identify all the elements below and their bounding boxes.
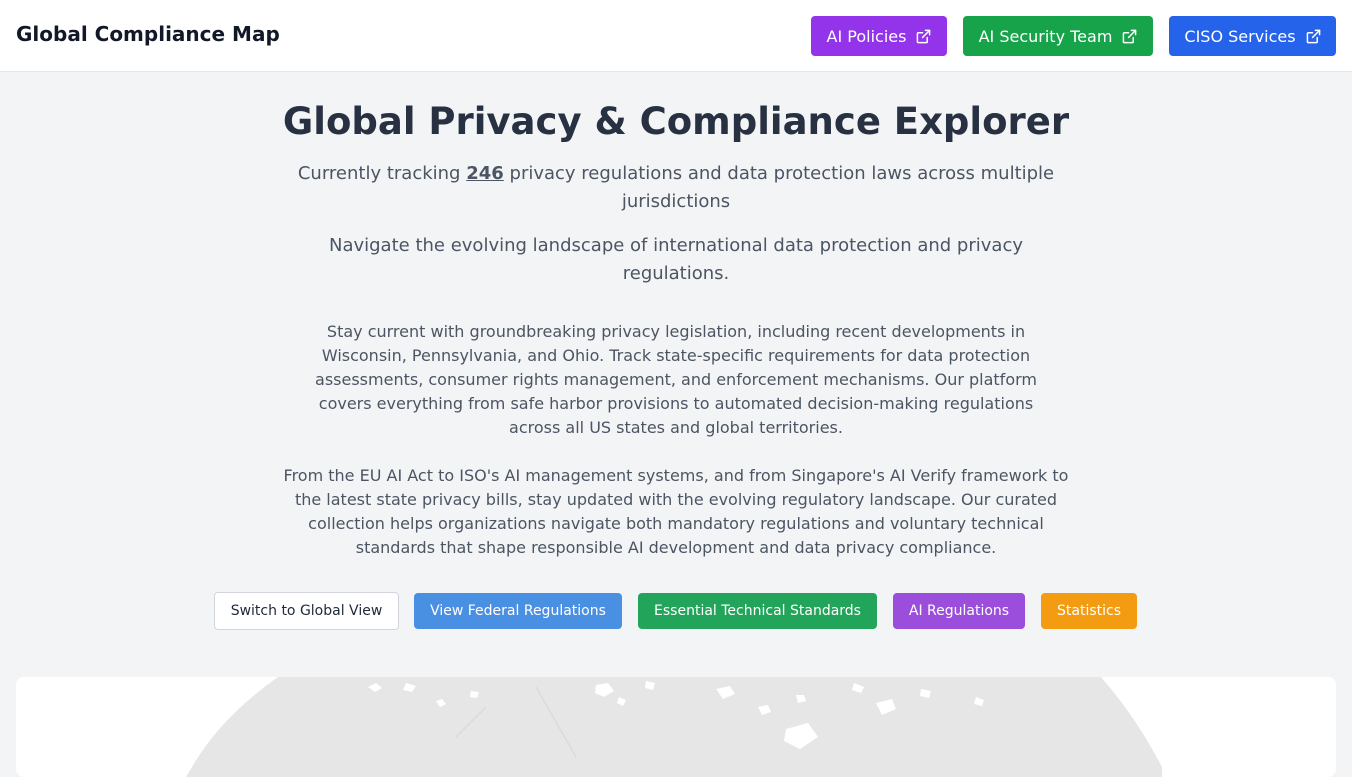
page-title: Global Privacy & Compliance Explorer [282,100,1070,143]
site-brand[interactable]: Global Compliance Map [16,22,280,46]
statistics-button[interactable]: Statistics [1041,593,1137,629]
tracking-suffix: privacy regulations and data protection … [503,163,1055,212]
top-navigation-bar: Global Compliance Map AI Policies AI Sec… [0,0,1352,72]
external-link-icon [1306,29,1321,44]
regulation-count[interactable]: 246 [466,163,504,184]
intro-paragraph-privacy: Stay current with groundbreaking privacy… [315,322,1037,437]
ciso-services-label: CISO Services [1184,26,1296,46]
ai-policies-label: AI Policies [826,26,907,46]
tracking-prefix: Currently tracking [297,163,467,184]
view-federal-regulations-button[interactable]: View Federal Regulations [414,593,622,629]
ciso-services-button[interactable]: CISO Services [1169,16,1336,56]
essential-technical-standards-button[interactable]: Essential Technical Standards [638,593,877,629]
compliance-map-panel[interactable] [16,677,1336,777]
map-globe-land [186,677,1162,777]
ai-regulations-button[interactable]: AI Regulations [893,593,1025,629]
ai-policies-button[interactable]: AI Policies [811,16,947,56]
external-link-icon [916,29,931,44]
switch-global-view-button[interactable]: Switch to Global View [214,592,399,630]
external-link-icon [1122,29,1137,44]
ai-security-team-button[interactable]: AI Security Team [963,16,1153,56]
ai-security-team-label: AI Security Team [978,26,1113,46]
hero-subtitle: Navigate the evolving landscape of inter… [328,235,1023,284]
tracking-summary: Currently tracking 246 privacy regulatio… [276,160,1076,216]
intro-paragraph-ai: From the EU AI Act to ISO's AI managemen… [283,466,1069,557]
world-map[interactable] [16,677,1336,777]
